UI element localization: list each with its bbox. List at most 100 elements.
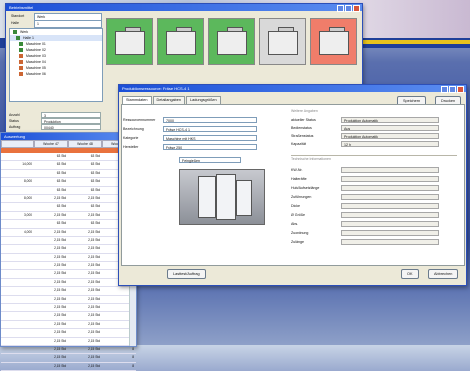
table-cell [1, 153, 34, 160]
maximize-icon[interactable] [345, 5, 352, 12]
machine-card-2[interactable] [157, 18, 204, 65]
tech-label: Ø Größe [291, 213, 305, 217]
resource-tree[interactable]: Werk Halle 1 Maschine 01 Maschine 02 Maschin… [9, 28, 103, 102]
right-group-label: Weitere Angaben [291, 109, 318, 113]
minimize-icon[interactable] [441, 86, 448, 93]
table-row[interactable]: 2,15 Std2,15 Std8 [1, 245, 136, 254]
column-header[interactable] [1, 140, 34, 148]
machine-cards [106, 18, 357, 65]
table-row[interactable]: 2,15 Std2,15 Std8 [1, 363, 136, 371]
table-row[interactable]: 3,0002,15 Std2,15 Std8 [1, 212, 136, 221]
table-cell: 8 [132, 346, 134, 351]
table-row[interactable]: 2,15 Std2,15 Std8 [1, 304, 136, 313]
table-row[interactable]: 2,15 Std2,15 Std8 [1, 321, 136, 330]
tech-value[interactable] [341, 212, 439, 218]
field-input[interactable]: 7000 [163, 117, 257, 123]
table-row[interactable]: 2,15 Std2,15 Std8 [1, 270, 136, 279]
table-row[interactable]: 63 Std 63 Std [1, 153, 136, 162]
table-cell: 8 [132, 363, 134, 368]
maximize-icon[interactable] [449, 86, 456, 93]
table-cell: 8 [132, 355, 134, 360]
machine-card-3[interactable] [208, 18, 255, 65]
tab-2[interactable]: Detailangaben [152, 96, 186, 104]
field-input[interactable]: Maschine mit HKS [163, 135, 257, 141]
tech-value[interactable] [341, 239, 439, 245]
table-cell [1, 203, 34, 210]
table-row[interactable]: 2,15 Std2,15 Std8 [1, 254, 136, 263]
table-row[interactable]: 2,15 Std2,15 Std8 [1, 262, 136, 271]
status-row: aktueller Status Produktion Automatik [291, 117, 439, 123]
table-row[interactable]: 8,0002,15 Std2,15 Std8 [1, 195, 136, 204]
table-cell: 2,15 Std [88, 346, 100, 351]
tech-value[interactable] [341, 230, 439, 236]
status-row: Kapazität 12 h [291, 141, 439, 147]
field-input[interactable]: Fräse HCS-4 1 [163, 126, 257, 132]
table-row[interactable]: 14,000 63 Std 63 Std [1, 161, 136, 170]
node-icon [19, 60, 23, 64]
tech-row: Dicke [291, 203, 439, 209]
close-icon[interactable] [353, 5, 360, 12]
tech-label: Hub/Aufsetzlänge [291, 186, 320, 190]
machine-card-4[interactable] [259, 18, 306, 65]
table-cell [1, 363, 34, 370]
machine-card-1[interactable] [106, 18, 153, 65]
tech-label: Zulänge [291, 240, 304, 244]
tree-item-label: Halle 1 [23, 36, 34, 40]
dialog-tabs: Stammdaten Detailangaben Ladungsgrößen [122, 96, 221, 104]
ok-button[interactable]: OK [401, 269, 419, 279]
tree-item[interactable]: Maschine 06 [10, 71, 102, 77]
machine-photo [179, 169, 265, 225]
tech-value[interactable] [341, 194, 439, 200]
tech-label: Halteräfte [291, 177, 307, 181]
table-row[interactable]: 2,15 Std2,15 Std8 [1, 354, 136, 363]
table-row[interactable]: 8,000 63 Std 63 Std [1, 178, 136, 187]
tech-value[interactable] [341, 185, 439, 191]
table-cell: 2,15 Std [54, 288, 66, 293]
table-row[interactable]: 2,15 Std2,15 Std8 [1, 237, 136, 246]
table-row[interactable]: 2,15 Std2,15 Std8 [1, 287, 136, 296]
tech-value[interactable] [341, 167, 439, 173]
tech-value[interactable] [341, 221, 439, 227]
table-cell: 2,15 Std [88, 263, 100, 268]
table-cell [1, 321, 34, 328]
tab-1[interactable]: Stammdaten [122, 96, 152, 104]
tab-3[interactable]: Ladungsgrößen [186, 96, 221, 104]
table-row[interactable]: 4,0002,15 Std2,15 Std8 [1, 229, 136, 237]
tech-value[interactable] [341, 176, 439, 182]
table-cell: 63 Std [56, 221, 66, 226]
status-label: Bedienstatus [291, 126, 312, 130]
table-row[interactable]: 63 Std 63 Std [1, 220, 136, 229]
table-cell: 8,000 [24, 195, 32, 200]
table-row[interactable]: 2,15 Std2,15 Std8 [1, 279, 136, 288]
table-cell [1, 237, 34, 244]
table-cell [1, 312, 34, 319]
property-row: Auftrag 00440 [9, 124, 101, 130]
machine-card-5[interactable] [310, 18, 357, 65]
table-cell: 2,15 Std [54, 237, 66, 242]
table-cell: 63 Std [56, 162, 66, 167]
table-cell: 2,15 Std [88, 212, 100, 217]
tree-item-label: Maschine 04 [26, 60, 46, 64]
load-order-button[interactable]: Lasttest/Auftrag [167, 269, 206, 279]
table-row[interactable]: 2,15 Std 2,15 Std 8 [1, 346, 136, 355]
table-cell: 2,15 Std [88, 271, 100, 276]
minimize-icon[interactable] [337, 5, 344, 12]
column-header[interactable]: Woche 48 [68, 140, 102, 148]
status-value: Produktion Automatik [341, 133, 439, 139]
field-label: Hersteller [123, 145, 139, 149]
table-row[interactable]: 63 Std 63 Std [1, 187, 136, 195]
column-header[interactable]: Woche 47 [34, 140, 68, 148]
close-icon[interactable] [457, 86, 464, 93]
table-row[interactable]: 63 Std 63 Std [1, 170, 136, 179]
table-cell: 2,15 Std [54, 346, 66, 351]
field-input[interactable]: Fräse 250 [163, 144, 257, 150]
table-row[interactable]: 2,15 Std2,15 Std8 [1, 296, 136, 305]
table-row[interactable]: 63 Std 63 Std [1, 203, 136, 212]
table-row[interactable]: 2,15 Std2,15 Std8 [1, 312, 136, 321]
tech-value[interactable] [341, 203, 439, 209]
hall-select[interactable]: 1 [34, 20, 102, 28]
process-select[interactable]: Feingießen [179, 157, 241, 163]
table-row[interactable]: 2,15 Std2,15 Std8 [1, 329, 136, 338]
cancel-button[interactable]: Abbrechen [428, 269, 459, 279]
property-value[interactable]: 00440 [41, 124, 101, 130]
